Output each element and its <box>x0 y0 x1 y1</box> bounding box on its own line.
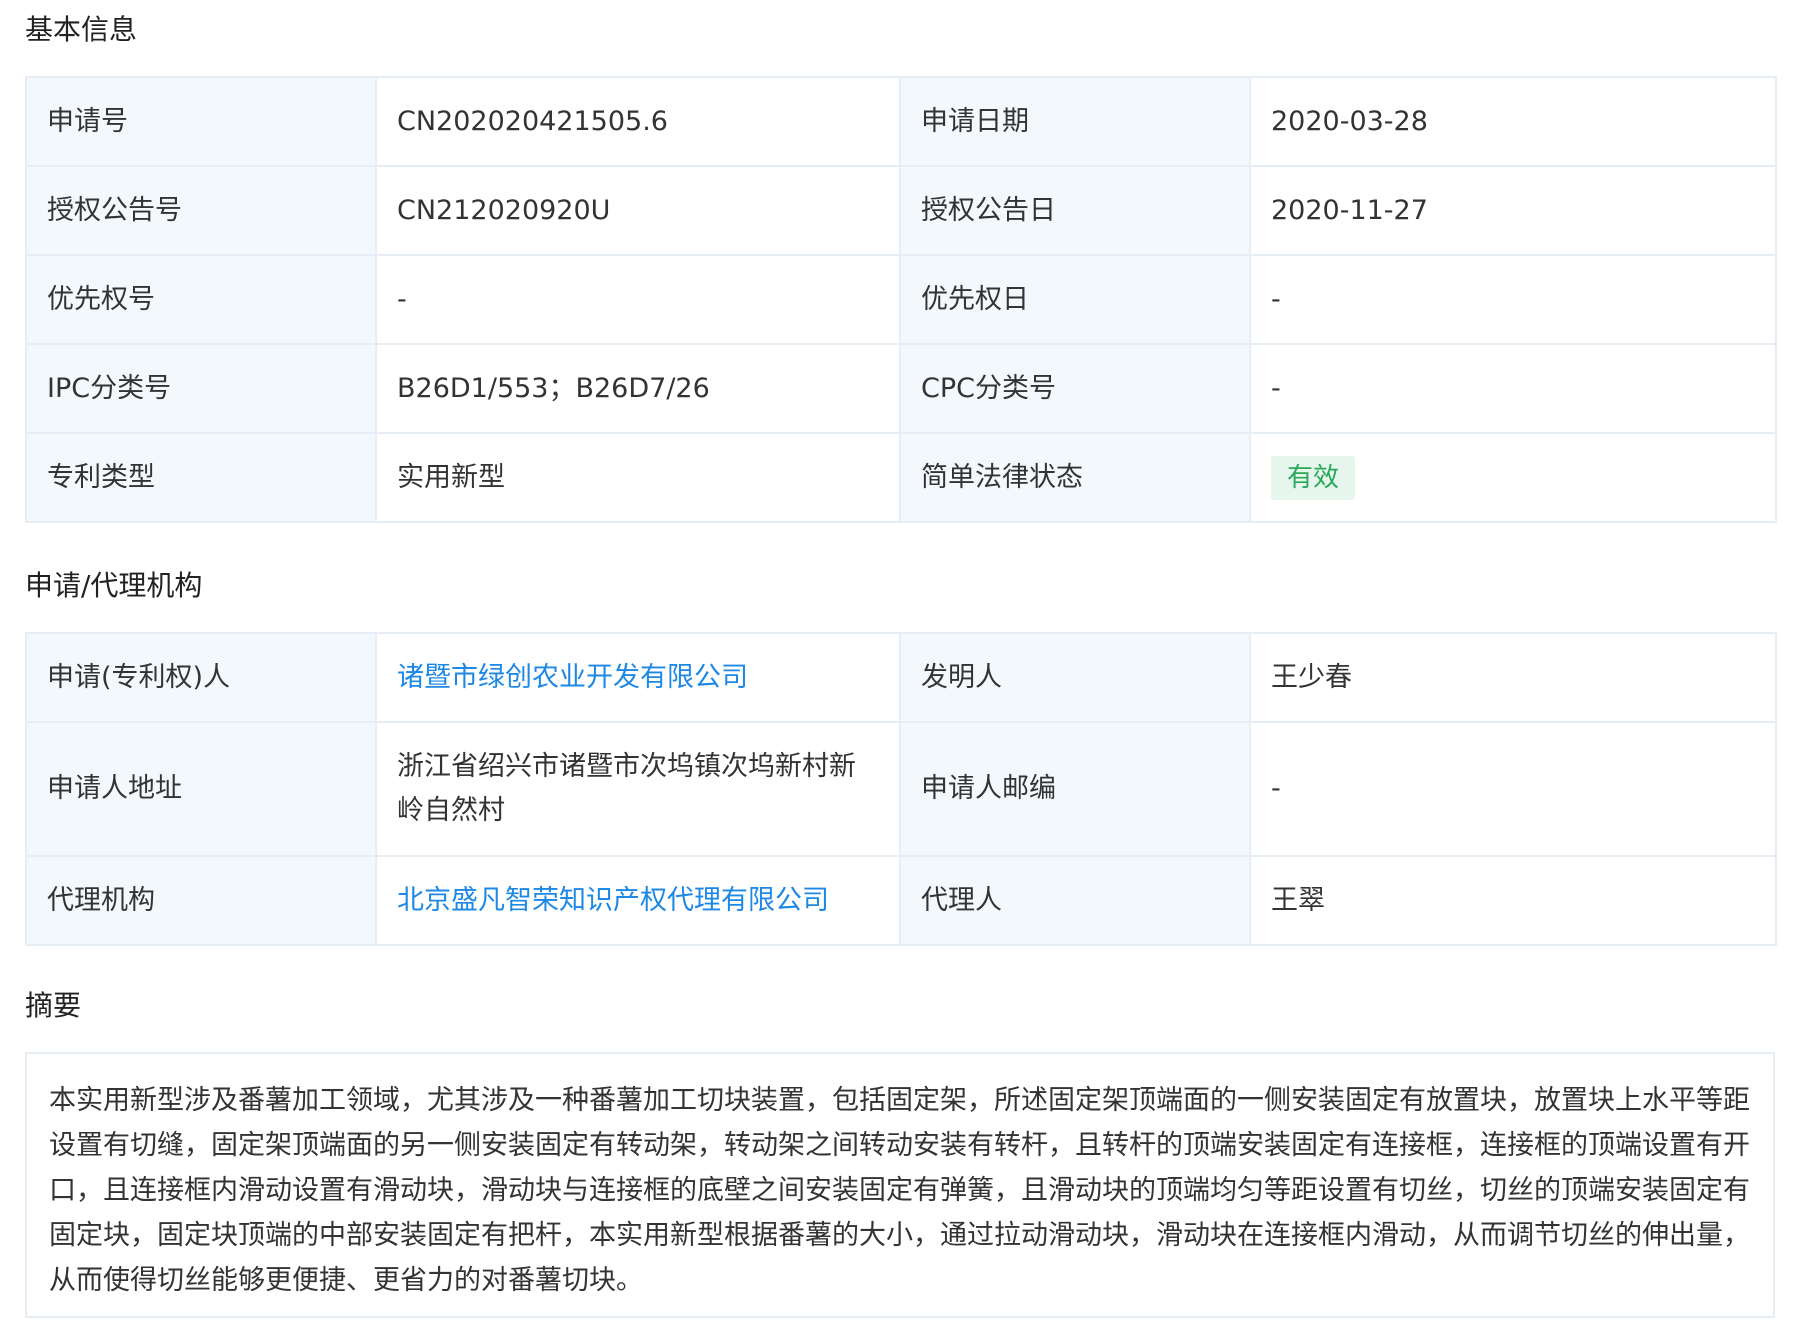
abstract-text: 本实用新型涉及番薯加工领域，尤其涉及一种番薯加工切块装置，包括固定架，所述固定架… <box>25 1052 1775 1318</box>
agency-label: 代理机构 <box>25 855 377 946</box>
legal-status-cell: 有效 <box>1249 432 1777 523</box>
priority-number-label: 优先权号 <box>25 254 377 345</box>
grant-number-label: 授权公告号 <box>25 165 377 256</box>
ipc-value: B26D1/553；B26D7/26 <box>375 343 901 434</box>
table-row: 申请(专利权)人 诸暨市绿创农业开发有限公司 发明人 王少春 <box>25 632 1777 723</box>
basic-info-table: 申请号 CN202020421505.6 申请日期 2020-03-28 授权公… <box>25 76 1777 523</box>
agency-link[interactable]: 北京盛凡智荣知识产权代理有限公司 <box>375 855 901 946</box>
cpc-value: - <box>1249 343 1777 434</box>
priority-number-value: - <box>375 254 901 345</box>
application-date-label: 申请日期 <box>899 76 1251 167</box>
table-row: 申请人地址 浙江省绍兴市诸暨市次坞镇次坞新村新岭自然村 申请人邮编 - <box>25 721 1777 857</box>
inventor-label: 发明人 <box>899 632 1251 723</box>
priority-date-label: 优先权日 <box>899 254 1251 345</box>
grant-date-value: 2020-11-27 <box>1249 165 1777 256</box>
applicant-label: 申请(专利权)人 <box>25 632 377 723</box>
table-row: 授权公告号 CN212020920U 授权公告日 2020-11-27 <box>25 165 1777 256</box>
legal-status-label: 简单法律状态 <box>899 432 1251 523</box>
grant-date-label: 授权公告日 <box>899 165 1251 256</box>
applicant-postcode-value: - <box>1249 721 1777 857</box>
applicant-address-value: 浙江省绍兴市诸暨市次坞镇次坞新村新岭自然村 <box>375 721 901 857</box>
applicant-postcode-label: 申请人邮编 <box>899 721 1251 857</box>
cpc-label: CPC分类号 <box>899 343 1251 434</box>
status-badge: 有效 <box>1271 455 1356 500</box>
section-title-agency: 申请/代理机构 <box>25 569 203 602</box>
application-number-label: 申请号 <box>25 76 377 167</box>
table-row: 优先权号 - 优先权日 - <box>25 254 1777 345</box>
agent-value: 王翠 <box>1249 855 1777 946</box>
ipc-label: IPC分类号 <box>25 343 377 434</box>
application-date-value: 2020-03-28 <box>1249 76 1777 167</box>
table-row: IPC分类号 B26D1/553；B26D7/26 CPC分类号 - <box>25 343 1777 434</box>
agency-table: 申请(专利权)人 诸暨市绿创农业开发有限公司 发明人 王少春 申请人地址 浙江省… <box>25 632 1777 946</box>
patent-type-label: 专利类型 <box>25 432 377 523</box>
table-row: 专利类型 实用新型 简单法律状态 有效 <box>25 432 1777 523</box>
inventor-value: 王少春 <box>1249 632 1777 723</box>
table-row: 代理机构 北京盛凡智荣知识产权代理有限公司 代理人 王翠 <box>25 855 1777 946</box>
table-row: 申请号 CN202020421505.6 申请日期 2020-03-28 <box>25 76 1777 167</box>
applicant-link[interactable]: 诸暨市绿创农业开发有限公司 <box>375 632 901 723</box>
agent-label: 代理人 <box>899 855 1251 946</box>
section-title-abstract: 摘要 <box>25 989 82 1022</box>
patent-type-value: 实用新型 <box>375 432 901 523</box>
grant-number-value: CN212020920U <box>375 165 901 256</box>
section-title-basic-info: 基本信息 <box>25 13 138 46</box>
applicant-address-label: 申请人地址 <box>25 721 377 857</box>
application-number-value: CN202020421505.6 <box>375 76 901 167</box>
priority-date-value: - <box>1249 254 1777 345</box>
